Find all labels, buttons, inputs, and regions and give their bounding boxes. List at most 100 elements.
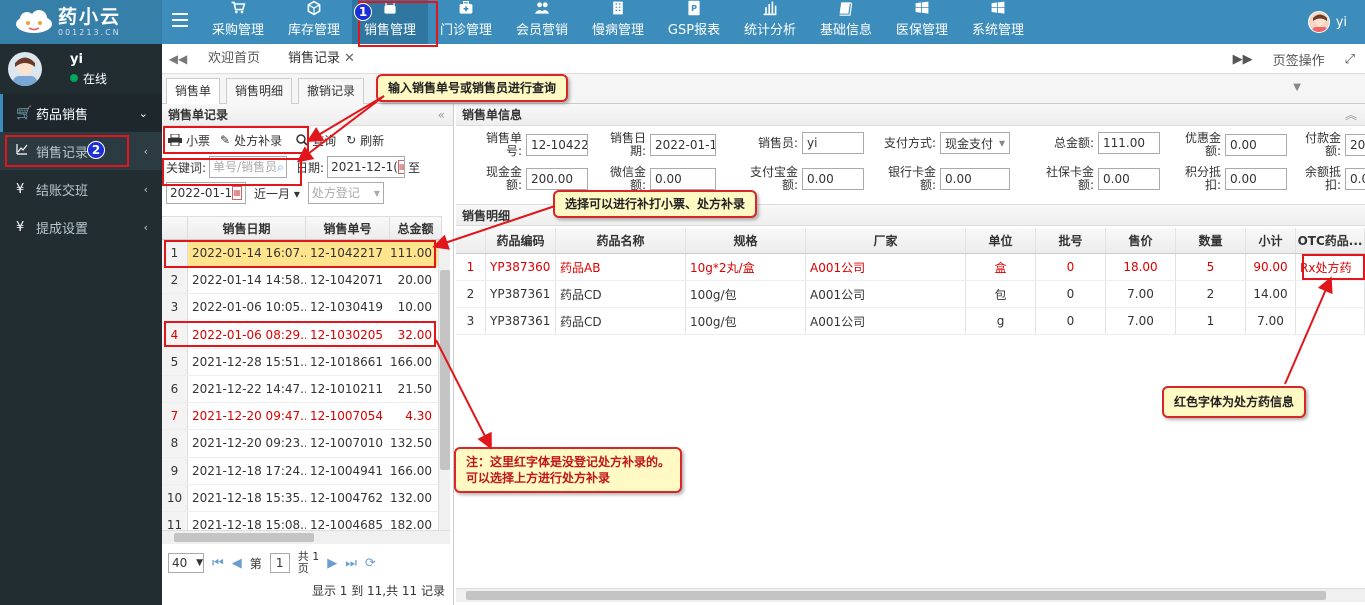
tab-sales-detail[interactable]: 销售明细	[226, 78, 293, 104]
page-size-select[interactable]: 40 ▼	[168, 553, 204, 573]
topnav-item-10[interactable]: 系统管理	[960, 0, 1036, 44]
prev-page-icon[interactable]: ◀	[232, 556, 242, 571]
col-sale-date[interactable]: 销售日期	[188, 217, 306, 239]
detail-col-header[interactable]: 规格	[686, 228, 806, 253]
user-menu[interactable]: yi	[1307, 11, 1347, 33]
print-receipt-button[interactable]: 小票	[168, 132, 210, 149]
detail-col-header[interactable]: 单位	[966, 228, 1036, 253]
tab-cancel-records[interactable]: 撤销记录	[298, 78, 365, 104]
tab-actions-menu[interactable]: 页签操作	[1263, 50, 1335, 69]
topnav-item-4[interactable]: 会员营销	[504, 0, 580, 44]
cell-qty: 5	[1176, 254, 1246, 280]
sidebar-item-drug-sales[interactable]: 🛒 药品销售 ⌄	[0, 94, 162, 132]
tab-sales-order[interactable]: 销售单	[166, 78, 221, 104]
tab-sales-records[interactable]: 销售记录 ✕	[274, 44, 369, 74]
field-input[interactable]: 2022-01-1▦	[650, 134, 716, 156]
detail-col-header[interactable]: 售价	[1106, 228, 1176, 253]
topnav-item-8[interactable]: 基础信息	[808, 0, 884, 44]
sidebar-item-label: 销售记录	[36, 145, 89, 161]
field-input[interactable]: 200.00	[526, 168, 588, 190]
field-input[interactable]: 0.00	[1225, 168, 1287, 190]
table-row[interactable]: 3 2022-01-06 10:05... 12-1030419 10.00	[162, 294, 438, 322]
close-icon[interactable]: ✕	[344, 51, 355, 66]
tab-home[interactable]: 欢迎首页	[194, 44, 274, 74]
table-row[interactable]: 10 2021-12-18 15:35... 12-1004762 132.00	[162, 484, 438, 512]
tab-scroll-left-icon[interactable]: ◀◀	[162, 52, 194, 66]
first-page-icon[interactable]: ⏮	[212, 556, 224, 571]
topnav-item-1[interactable]: 库存管理	[276, 0, 352, 44]
calendar-icon[interactable]: ▦	[397, 160, 405, 174]
table-row[interactable]: 5 2021-12-28 15:51... 12-1018661 166.00	[162, 348, 438, 376]
rx-filter-value: 处方登记	[311, 186, 360, 200]
collapse-up-icon[interactable]: ︽	[1345, 104, 1357, 126]
detail-col-header[interactable]: OTC药品...	[1296, 228, 1365, 253]
table-row[interactable]: 11 2021-12-18 15:08... 12-1004685 182.00	[162, 511, 438, 530]
table-row[interactable]: 1 YP387360 药品AB 10g*2丸/盒 A001公司盒 0 18.00 5 90.00…	[456, 254, 1365, 281]
sidebar-item-commission[interactable]: ¥ 提成设置 ‹	[0, 208, 162, 246]
detail-col-header[interactable]: 厂家	[806, 228, 966, 253]
calendar-icon[interactable]: ▦	[232, 186, 242, 200]
yen-icon: ¥	[16, 181, 25, 197]
topnav-item-9[interactable]: 医保管理	[884, 0, 960, 44]
field-input[interactable]: 20	[1345, 134, 1365, 156]
range-select[interactable]: 近一月 ▾	[254, 185, 300, 202]
next-page-icon[interactable]: ▶	[327, 556, 337, 571]
table-row[interactable]: 4 2022-01-06 08:29... 12-1030205 32.00	[162, 321, 438, 349]
table-row[interactable]: 6 2021-12-22 14:47... 12-1010211 21.50	[162, 375, 438, 404]
topnav-label: 采购管理	[211, 23, 264, 38]
rx-supplement-button[interactable]: ✎ 处方补录	[220, 132, 282, 149]
logo[interactable]: 药小云 001213.CN	[0, 0, 162, 44]
query-button[interactable]: 查询	[296, 132, 336, 149]
fullscreen-icon[interactable]: ⤢	[1335, 52, 1365, 67]
tab-scroll-right-icon[interactable]: ▶▶	[1223, 52, 1263, 67]
detail-col-header[interactable]: 小计	[1246, 228, 1296, 253]
topnav-item-7[interactable]: 统计分析	[732, 0, 808, 44]
menu-toggle-icon[interactable]	[172, 13, 188, 27]
field-input[interactable]: yi	[802, 132, 864, 154]
collapse-left-icon[interactable]: «	[438, 104, 445, 126]
keyword-input[interactable]: 单号/销售员 ⌕	[209, 156, 288, 178]
field-input[interactable]: 12-10422`	[526, 134, 588, 156]
field-input[interactable]: 0.00	[1098, 168, 1160, 190]
field-input[interactable]: 0.00	[940, 168, 1010, 190]
detail-col-header[interactable]: 药品编码	[486, 228, 556, 253]
date-from-input[interactable]: 2021-12-1(▦	[327, 156, 406, 178]
detail-col-header[interactable]: 药品名称	[556, 228, 686, 253]
row-number: 7	[162, 403, 188, 430]
field-input[interactable]: 0.00	[1345, 168, 1365, 190]
field-input[interactable]: 0.00	[650, 168, 716, 190]
payment-select[interactable]: 现金支付 ▾	[940, 132, 1010, 154]
detail-col-header[interactable]: 数量	[1176, 228, 1246, 253]
refresh-button[interactable]: ↻ 刷新	[346, 132, 384, 149]
rx-filter-select[interactable]: 处方登记 ▾	[307, 182, 384, 204]
detail-col-header[interactable]: 批号	[1036, 228, 1106, 253]
col-sale-no[interactable]: 销售单号	[306, 217, 390, 239]
table-row[interactable]: 2 YP387361 药品CD 100g/包 A001公司包 0 7.00 2 14.00	[456, 281, 1365, 308]
table-row[interactable]: 7 2021-12-20 09:47... 12-1007054 4.30	[162, 403, 438, 431]
cell-name: 药品AB	[556, 254, 686, 280]
sidebar-item-sales-records[interactable]: 销售记录 ‹	[0, 132, 162, 170]
field-input[interactable]: 0.00	[802, 168, 864, 190]
topnav-item-5[interactable]: 慢病管理	[580, 0, 656, 44]
last-page-icon[interactable]: ⏭	[345, 556, 357, 571]
table-row[interactable]: 2 2022-01-14 14:58... 12-1042071 20.00	[162, 267, 438, 295]
page-input[interactable]: 1	[269, 553, 290, 573]
table-row[interactable]: 8 2021-12-20 09:23... 12-1007010 132.50	[162, 430, 438, 458]
vertical-scrollbar[interactable]	[438, 240, 450, 530]
topnav-item-3[interactable]: 门诊管理	[428, 0, 504, 44]
table-row[interactable]: 3 YP387361 药品CD 100g/包 A001公司 g 0 7.00 1 7.00	[456, 308, 1365, 335]
table-row[interactable]: 1 2022-01-14 16:07... 12-1042217 111.00	[162, 240, 438, 268]
chevron-down-icon[interactable]: ▼	[1293, 82, 1301, 93]
reload-icon[interactable]: ⟳	[365, 556, 376, 571]
col-total[interactable]: 总金额	[390, 217, 442, 239]
topnav-item-6[interactable]: P GSP报表	[656, 0, 732, 44]
horizontal-scrollbar[interactable]	[456, 588, 1365, 602]
field-input[interactable]: 111.00	[1098, 132, 1160, 154]
table-row[interactable]: 9 2021-12-18 17:24... 12-1004941 166.00	[162, 457, 438, 485]
date-to-input[interactable]: 2022-01-1 ▦	[166, 182, 246, 204]
sidebar-item-checkout[interactable]: ¥ 结账交班 ‹	[0, 170, 162, 208]
field-input[interactable]: 0.00	[1225, 134, 1287, 156]
horizontal-scrollbar[interactable]	[162, 530, 450, 544]
topnav-item-0[interactable]: 采购管理	[200, 0, 276, 44]
top-nav: 采购管理 库存管理 销售管理 门诊管理 会员营销 慢病管理 P GSP报表 统计分析 基础信息 医保…	[200, 0, 1036, 44]
